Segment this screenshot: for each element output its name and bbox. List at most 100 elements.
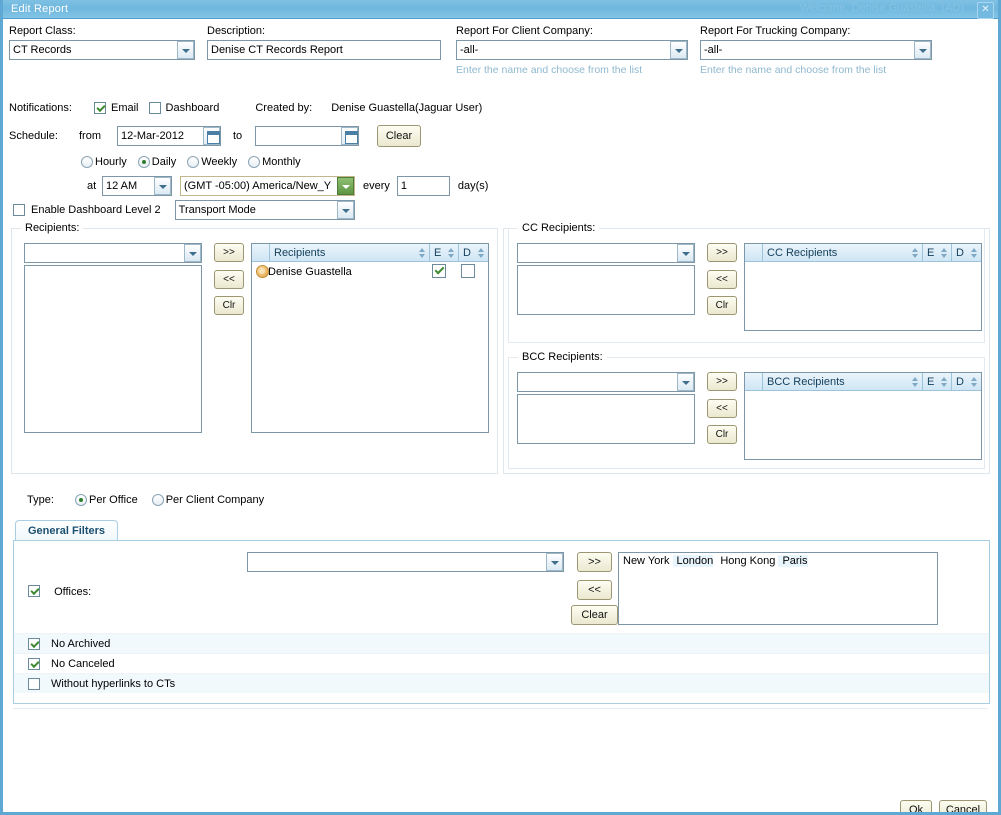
calendar-icon[interactable] xyxy=(203,127,220,145)
cc-add-button[interactable]: >> xyxy=(707,243,737,262)
radio-weekly[interactable] xyxy=(187,156,200,168)
list-item[interactable]: Hong Kong xyxy=(716,555,775,567)
trucking-company-select[interactable]: -all- xyxy=(700,40,932,60)
bcc-remove-button[interactable]: << xyxy=(707,399,737,418)
chevron-down-icon[interactable] xyxy=(670,41,687,59)
recipients-add-button[interactable]: >> xyxy=(214,243,244,262)
chevron-down-icon[interactable] xyxy=(154,177,171,195)
offices-picker[interactable] xyxy=(247,552,564,572)
report-class-group: Report Class: CT Records xyxy=(9,25,195,60)
radio-daily[interactable] xyxy=(137,156,150,168)
cc-clear-button[interactable]: Clr xyxy=(707,296,737,315)
radio-monthly[interactable] xyxy=(248,156,261,168)
trucking-company-value[interactable]: -all- xyxy=(700,40,932,60)
offices-selected-list[interactable]: New York London Hong Kong Paris xyxy=(618,552,938,625)
sort-icon[interactable] xyxy=(941,248,948,258)
table-row[interactable]: Denise Guastella xyxy=(252,262,488,281)
transport-mode-value[interactable]: Transport Mode xyxy=(174,200,355,220)
list-item[interactable]: Paris xyxy=(778,555,808,567)
recipients-clear-button[interactable]: Clr xyxy=(214,296,244,315)
grid-col-e[interactable]: E xyxy=(923,244,952,261)
bcc-add-button[interactable]: >> xyxy=(707,372,737,391)
cc-available-list[interactable] xyxy=(517,265,695,315)
chevron-down-icon[interactable] xyxy=(677,373,694,391)
grid-col-d[interactable]: D xyxy=(952,244,981,261)
recipients-picker[interactable] xyxy=(24,243,202,263)
chevron-down-icon[interactable] xyxy=(914,41,931,59)
welcome-ghost-text: Welcome, Denise Guastella, (AD) xyxy=(799,2,964,14)
description-input[interactable]: Denise CT Records Report xyxy=(207,40,441,60)
transport-mode-select[interactable]: Transport Mode xyxy=(174,200,355,220)
offices-picker-value[interactable] xyxy=(247,552,564,572)
sort-icon[interactable] xyxy=(971,377,978,387)
schedule-from-date[interactable]: 12-Mar-2012 xyxy=(117,126,221,146)
bcc-available-list[interactable] xyxy=(517,394,695,444)
grid-col-cc-recipients[interactable]: CC Recipients xyxy=(763,244,923,261)
cc-picker[interactable] xyxy=(517,243,695,263)
chevron-down-icon[interactable] xyxy=(546,553,563,571)
sort-icon[interactable] xyxy=(448,248,455,258)
schedule-to-date[interactable] xyxy=(255,126,359,146)
client-company-value[interactable]: -all- xyxy=(456,40,688,60)
filter-without-hyperlinks[interactable]: Without hyperlinks to CTs xyxy=(14,673,989,693)
ok-button[interactable]: Ok xyxy=(900,800,932,812)
list-item[interactable]: New York xyxy=(619,555,669,567)
chevron-down-icon[interactable] xyxy=(336,201,354,219)
recipients-picker-value[interactable] xyxy=(24,243,202,263)
no-canceled-checkbox[interactable] xyxy=(28,657,40,670)
list-item[interactable]: London xyxy=(672,555,714,567)
sort-icon[interactable] xyxy=(912,248,919,258)
timezone-select[interactable]: (GMT -05:00) America/New_Y xyxy=(180,176,355,196)
report-class-value[interactable]: CT Records xyxy=(9,40,195,60)
timezone-value[interactable]: (GMT -05:00) America/New_Y xyxy=(180,176,355,196)
radio-per-office[interactable] xyxy=(75,494,87,506)
chevron-down-icon[interactable] xyxy=(177,41,194,59)
grid-col-recipients[interactable]: Recipients xyxy=(270,244,430,261)
bcc-picker-value[interactable] xyxy=(517,372,695,392)
bcc-clear-button[interactable]: Clr xyxy=(707,425,737,444)
grid-col-d[interactable]: D xyxy=(952,373,981,390)
without-hyperlinks-checkbox[interactable] xyxy=(28,677,40,690)
grid-col-bcc-recipients[interactable]: BCC Recipients xyxy=(763,373,923,390)
dashboard-level2-checkbox[interactable] xyxy=(13,204,25,216)
sort-icon[interactable] xyxy=(478,248,485,258)
recipient-email-checkbox[interactable] xyxy=(431,264,446,278)
radio-hourly[interactable] xyxy=(81,156,93,168)
offices-remove-button[interactable]: << xyxy=(577,580,612,600)
calendar-icon[interactable] xyxy=(341,127,358,145)
offices-add-button[interactable]: >> xyxy=(577,552,612,572)
dashboard-notification-checkbox[interactable] xyxy=(148,102,161,114)
cancel-button[interactable]: Cancel xyxy=(939,800,987,812)
report-class-select[interactable]: CT Records xyxy=(9,40,195,60)
email-notification-checkbox[interactable] xyxy=(94,102,106,114)
recipient-dashboard-checkbox[interactable] xyxy=(460,264,475,278)
schedule-clear-button[interactable]: Clear xyxy=(377,125,421,147)
client-company-select[interactable]: -all- xyxy=(456,40,688,60)
no-archived-checkbox[interactable] xyxy=(28,637,40,650)
sort-icon[interactable] xyxy=(912,377,919,387)
recipients-available-list[interactable] xyxy=(24,265,202,433)
grid-col-e[interactable]: E xyxy=(923,373,952,390)
offices-checkbox[interactable] xyxy=(28,585,40,597)
tab-general-filters[interactable]: General Filters xyxy=(15,520,119,542)
schedule-every-input[interactable]: 1 xyxy=(396,176,450,196)
cc-remove-button[interactable]: << xyxy=(707,270,737,289)
bcc-picker[interactable] xyxy=(517,372,695,392)
chevron-down-icon[interactable] xyxy=(337,177,354,195)
filter-no-archived[interactable]: No Archived xyxy=(14,633,989,653)
chevron-down-icon[interactable] xyxy=(184,244,201,262)
radio-monthly-label: Monthly xyxy=(262,156,301,168)
sort-icon[interactable] xyxy=(971,248,978,258)
recipients-remove-button[interactable]: << xyxy=(214,270,244,289)
filter-no-canceled[interactable]: No Canceled xyxy=(14,653,989,673)
sort-icon[interactable] xyxy=(941,377,948,387)
radio-per-client-company[interactable] xyxy=(151,494,164,506)
close-icon[interactable]: ✕ xyxy=(977,2,994,19)
offices-clear-button[interactable]: Clear xyxy=(571,605,618,625)
cc-picker-value[interactable] xyxy=(517,243,695,263)
grid-col-e[interactable]: E xyxy=(430,244,459,261)
grid-col-d[interactable]: D xyxy=(459,244,488,261)
chevron-down-icon[interactable] xyxy=(677,244,694,262)
schedule-time-select[interactable]: 12 AM xyxy=(102,176,172,196)
sort-icon[interactable] xyxy=(419,248,426,258)
